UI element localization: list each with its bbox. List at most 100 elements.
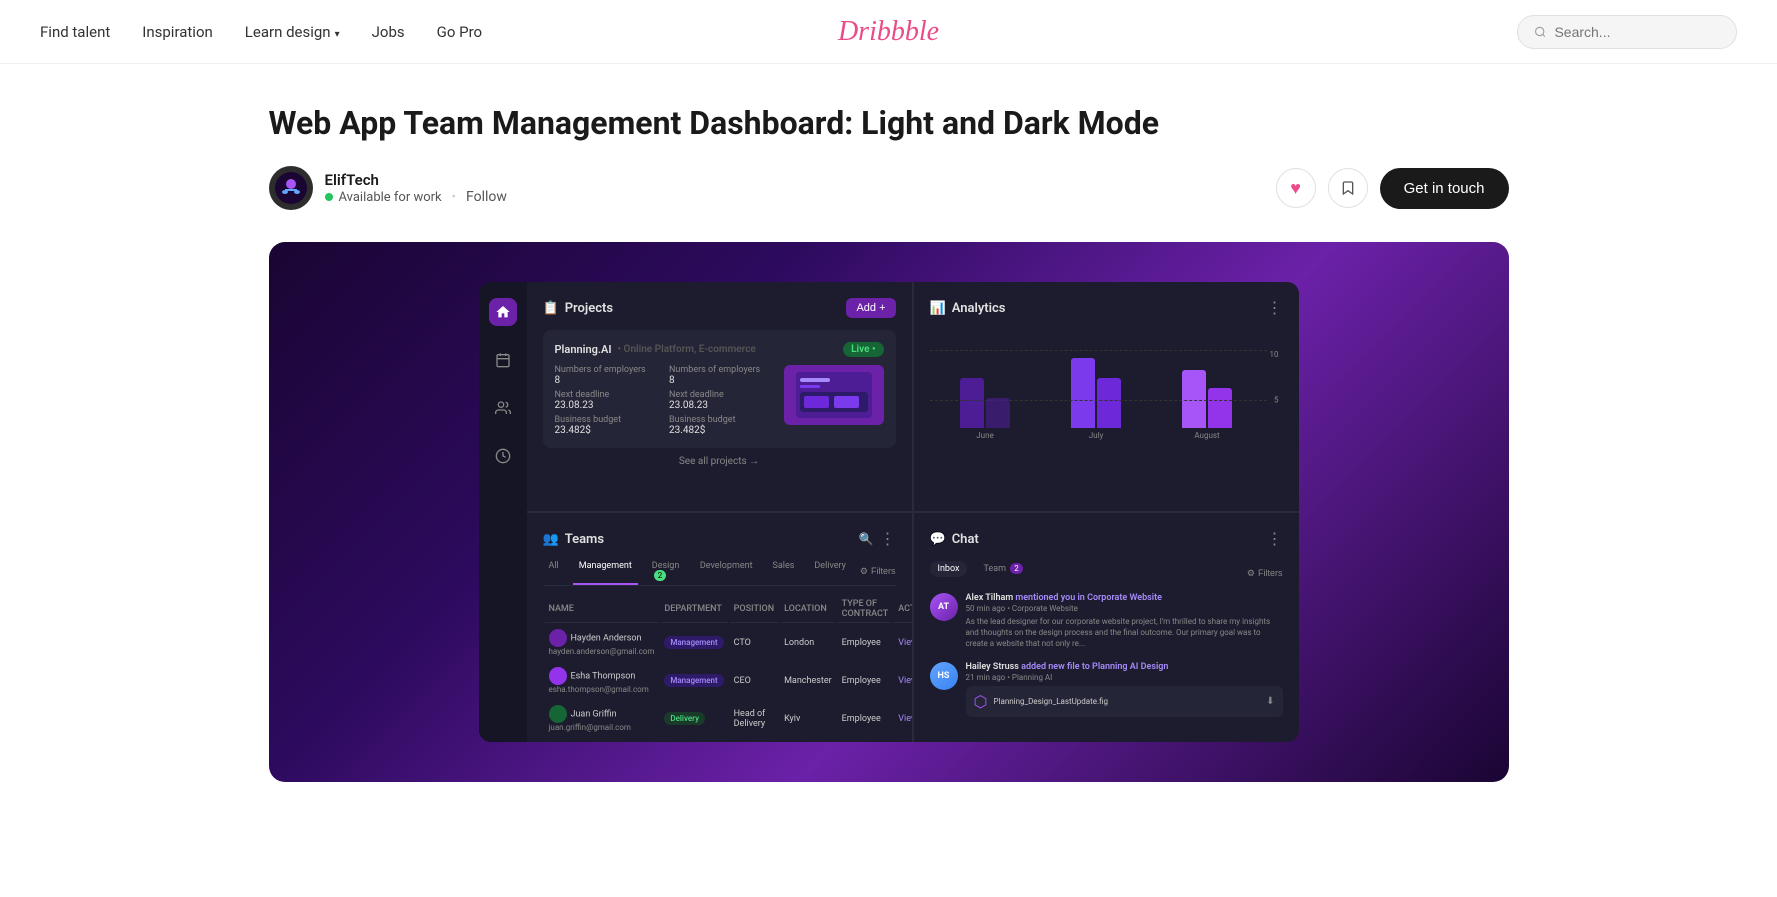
nav-inspiration[interactable]: Inspiration — [142, 23, 213, 41]
add-project-button[interactable]: Add + — [846, 298, 895, 318]
nav-learn-design[interactable]: Learn design — [245, 23, 340, 41]
project-stats-left: Numbers of employers8 Next deadline23.08… — [555, 365, 662, 436]
tab-sales[interactable]: Sales — [767, 557, 801, 585]
tab-management[interactable]: Management — [573, 557, 638, 585]
header: Find talent Inspiration Learn design Job… — [0, 0, 1777, 64]
tab-design[interactable]: Design 2 — [646, 557, 686, 585]
preview-container: 📋 Projects Add + Planning.AI • Online Pl… — [269, 242, 1509, 782]
analytics-header: 📊 Analytics ⋮ — [930, 298, 1283, 318]
author-row: ElifTech Available for work • Follow ♥ G… — [269, 166, 1509, 210]
follow-link[interactable]: Follow — [466, 189, 507, 205]
chat-tab-inbox[interactable]: Inbox — [930, 561, 968, 577]
bookmark-button[interactable] — [1328, 168, 1368, 208]
chat-avatar-2: HS — [930, 662, 958, 690]
projects-panel: 📋 Projects Add + Planning.AI • Online Pl… — [527, 282, 912, 511]
get-in-touch-button[interactable]: Get in touch — [1380, 168, 1509, 209]
teams-table: NAME DEPARTMENT POSITION LOCATION TYPE O… — [543, 594, 912, 742]
chat-content-2: Hailey Struss added new file to Planning… — [966, 662, 1283, 717]
main-content: Web App Team Management Dashboard: Light… — [189, 64, 1589, 822]
sidebar-home-icon[interactable] — [489, 298, 517, 326]
tab-development[interactable]: Development — [694, 557, 759, 585]
author-details: ElifTech Available for work • Follow — [325, 171, 507, 205]
chat-message-2: HS Hailey Struss added new file to Plann… — [930, 662, 1283, 717]
analytics-icon: 📊 — [930, 301, 946, 316]
chart-label-august: August — [1194, 431, 1219, 440]
search-bar — [1517, 15, 1737, 49]
author-info: ElifTech Available for work • Follow — [269, 166, 507, 210]
teams-title: 👥 Teams — [543, 532, 605, 547]
chat-time-1: 50 min ago • Corporate Website — [966, 604, 1283, 613]
author-name[interactable]: ElifTech — [325, 171, 507, 189]
teams-more-button[interactable]: ⋮ — [880, 529, 896, 549]
nav-jobs[interactable]: Jobs — [372, 23, 405, 41]
main-nav: Find talent Inspiration Learn design Job… — [40, 23, 482, 41]
sidebar-clock-icon[interactable] — [489, 442, 517, 470]
teams-icon: 👥 — [543, 532, 559, 547]
view-link[interactable]: View — [898, 714, 911, 724]
analytics-chart: 10 5 June — [930, 330, 1283, 450]
header-search-area — [1517, 15, 1737, 49]
file-download-icon[interactable]: ⬇ — [1266, 696, 1274, 707]
teams-tabs: All Management Design 2 Development Sale… — [543, 557, 896, 586]
chat-tab-team[interactable]: Team 2 — [975, 561, 1030, 577]
analytics-panel: 📊 Analytics ⋮ 10 5 — [914, 282, 1299, 511]
author-avatar — [269, 166, 313, 210]
dept-badge: Management — [664, 636, 723, 649]
file-icon: ⬡ — [974, 692, 988, 711]
chat-filter-button[interactable]: ⚙ Filters — [1247, 568, 1283, 579]
teams-header: 👥 Teams 🔍 ⋮ — [543, 529, 896, 549]
chat-file: ⬡ Planning_Design_LastUpdate.fig ⬇ — [966, 686, 1283, 717]
like-button[interactable]: ♥ — [1276, 168, 1316, 208]
project-card: Planning.AI • Online Platform, E-commerc… — [543, 330, 896, 448]
view-link[interactable]: View — [898, 676, 911, 686]
bookmark-icon — [1340, 180, 1356, 196]
project-preview — [784, 365, 884, 425]
analytics-more-button[interactable]: ⋮ — [1267, 298, 1283, 318]
chat-time-2: 21 min ago • Planning AI — [966, 673, 1283, 682]
col-location: LOCATION — [780, 596, 836, 623]
see-all-projects-link[interactable]: See all projects → — [543, 456, 896, 467]
chat-sender-1: Alex Tilham mentioned you in Corporate W… — [966, 593, 1283, 603]
projects-title: 📋 Projects — [543, 301, 614, 316]
learn-design-chevron — [335, 23, 340, 41]
project-stats-right: Numbers of employers8 Next deadline23.08… — [669, 365, 776, 436]
teams-filter-button[interactable]: ⚙ Filters — [860, 557, 896, 585]
row-avatar — [549, 705, 567, 723]
teams-panel: 👥 Teams 🔍 ⋮ All Management Design 2 Deve… — [527, 513, 912, 742]
projects-header: 📋 Projects Add + — [543, 298, 896, 318]
table-row: Esha Thompsonesha.thompson@gmail.com Man… — [545, 663, 912, 699]
nav-go-pro[interactable]: Go Pro — [437, 23, 482, 41]
chat-filter-icon: ⚙ — [1247, 568, 1255, 579]
chat-text-1: As the lead designer for our corporate w… — [966, 616, 1283, 650]
dribbble-logo[interactable]: Dribbble — [838, 16, 939, 48]
teams-search-icon[interactable]: 🔍 — [859, 532, 874, 546]
chat-title: 💬 Chat — [930, 532, 979, 547]
sidebar-calendar-icon[interactable] — [489, 346, 517, 374]
table-row: Juan Griffinjuan.griffin@gmail.com Deliv… — [545, 701, 912, 737]
chat-icon: 💬 — [930, 532, 946, 547]
chat-content-1: Alex Tilham mentioned you in Corporate W… — [966, 593, 1283, 650]
tab-all[interactable]: All — [543, 557, 565, 585]
sidebar-users-icon[interactable] — [489, 394, 517, 422]
col-position: POSITION — [730, 596, 778, 623]
project-details: Numbers of employers8 Next deadline23.08… — [555, 365, 884, 436]
dashboard-panels: 📋 Projects Add + Planning.AI • Online Pl… — [527, 282, 1299, 742]
author-actions: ♥ Get in touch — [1276, 168, 1509, 209]
chat-tabs: Inbox Team 2 — [930, 561, 1031, 577]
tab-delivery[interactable]: Delivery — [808, 557, 852, 585]
chat-avatar-1: AT — [930, 593, 958, 621]
dashboard-mockup: 📋 Projects Add + Planning.AI • Online Pl… — [479, 282, 1299, 742]
view-link[interactable]: View — [898, 638, 911, 648]
dept-badge: Delivery — [664, 712, 705, 725]
search-icon — [1534, 25, 1546, 39]
project-name: Planning.AI • Online Platform, E-commerc… — [555, 342, 884, 357]
chat-more-button[interactable]: ⋮ — [1267, 529, 1283, 549]
col-contract: TYPE OF CONTRACT — [838, 596, 893, 623]
author-status: Available for work • Follow — [325, 189, 507, 205]
chat-sender-2: Hailey Struss added new file to Planning… — [966, 662, 1283, 672]
nav-find-talent[interactable]: Find talent — [40, 23, 110, 41]
teams-actions: 🔍 ⋮ — [859, 529, 896, 549]
analytics-title: 📊 Analytics — [930, 301, 1006, 316]
dept-badge: Management — [664, 674, 723, 687]
search-input[interactable] — [1554, 24, 1720, 40]
